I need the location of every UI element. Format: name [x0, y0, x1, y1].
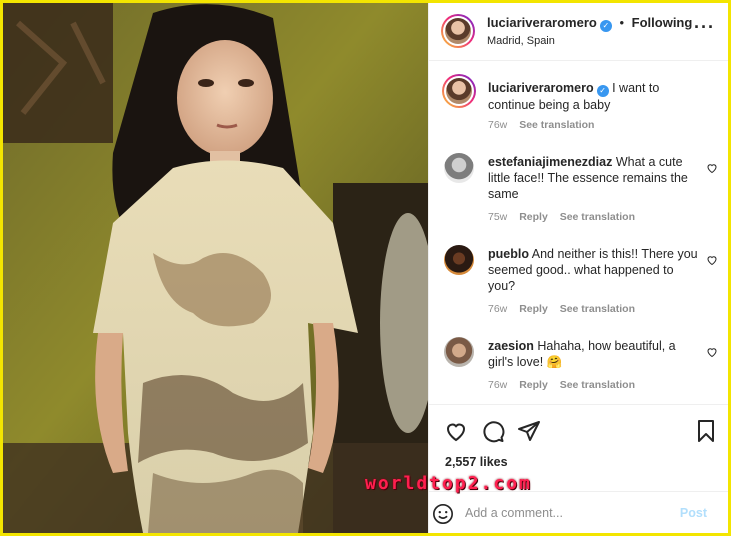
see-translation-link[interactable]: See translation: [560, 379, 635, 391]
location-link[interactable]: Madrid, Spain: [487, 35, 555, 47]
post-card: luciariveraromero ✓ • Following Madrid, S…: [3, 3, 728, 533]
caption-age: 76w: [488, 119, 508, 131]
author-username[interactable]: luciariveraromero: [487, 15, 597, 30]
bookmark-icon[interactable]: [695, 419, 717, 443]
heart-icon[interactable]: [706, 346, 718, 358]
post-header: luciariveraromero ✓ • Following Madrid, S…: [429, 3, 728, 61]
add-comment-bar: Post: [429, 491, 728, 533]
post-photo[interactable]: [3, 3, 428, 533]
separator-dot: •: [619, 15, 625, 30]
verified-badge-icon: ✓: [599, 20, 612, 32]
see-translation-link[interactable]: See translation: [519, 119, 594, 131]
see-translation-link[interactable]: See translation: [560, 303, 635, 315]
comment-age: 75w: [488, 211, 508, 223]
comments-list: luciariveraromero ✓ I want to continue be…: [429, 61, 728, 403]
reply-button[interactable]: Reply: [519, 211, 548, 223]
likes-count[interactable]: 2,557 likes: [445, 455, 508, 469]
smile-icon[interactable]: [432, 503, 454, 525]
commenter-username[interactable]: pueblo: [488, 247, 529, 261]
add-comment-input[interactable]: [465, 503, 665, 523]
post-side-panel: luciariveraromero ✓ • Following Madrid, S…: [428, 3, 728, 533]
verified-badge-icon: ✓: [596, 85, 609, 97]
post-actions-bar: [429, 404, 728, 454]
post-button[interactable]: Post: [680, 506, 707, 520]
see-translation-link[interactable]: See translation: [560, 211, 635, 223]
commenter-username[interactable]: estefaniajimenezdiaz: [488, 155, 612, 169]
commenter-avatar[interactable]: [444, 245, 474, 275]
more-horizontal-icon[interactable]: ···: [694, 17, 715, 38]
following-button[interactable]: Following: [632, 15, 693, 30]
author-avatar[interactable]: [441, 14, 475, 48]
comment-icon[interactable]: [481, 419, 505, 443]
caption-username[interactable]: luciariveraromero: [488, 81, 594, 95]
comment-age: 76w: [488, 303, 508, 315]
watermark-text: worldtop2.com: [365, 473, 532, 494]
heart-icon[interactable]: [444, 419, 468, 443]
heart-icon[interactable]: [706, 254, 718, 266]
heart-icon[interactable]: [706, 162, 718, 174]
commenter-avatar[interactable]: [444, 153, 474, 183]
reply-button[interactable]: Reply: [519, 379, 548, 391]
paper-plane-icon[interactable]: [517, 419, 541, 443]
commenter-username[interactable]: zaesion: [488, 339, 534, 353]
commenter-avatar[interactable]: [444, 337, 474, 367]
comment-age: 76w: [488, 379, 508, 391]
reply-button[interactable]: Reply: [519, 303, 548, 315]
caption-avatar[interactable]: [442, 74, 476, 108]
